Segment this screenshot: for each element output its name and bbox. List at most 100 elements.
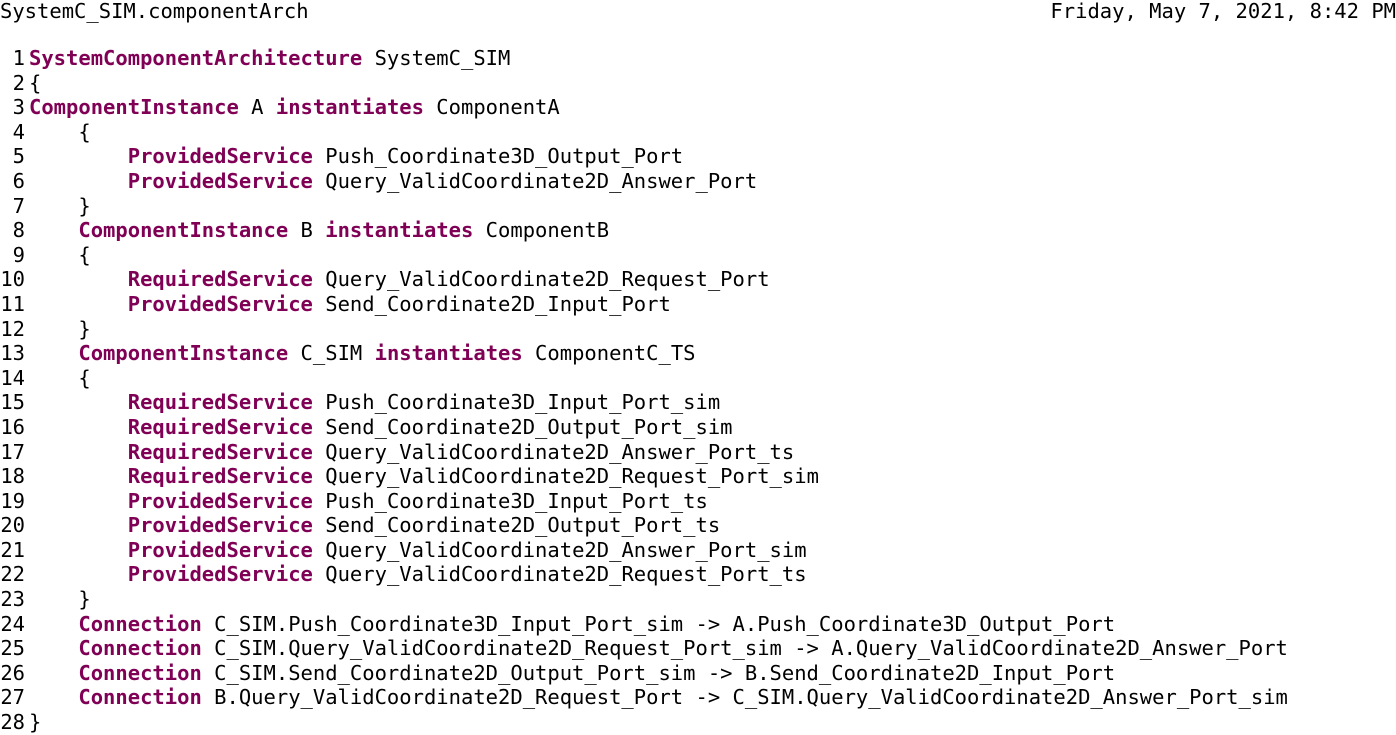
- line-number: 2: [12, 70, 25, 95]
- code-line: 13 ComponentInstance C_SIM instantiates …: [0, 341, 1396, 366]
- keyword: ProvidedService: [127, 144, 313, 169]
- line-number: 3: [12, 95, 25, 120]
- code-text: Send_Coordinate2D_Output_Port_sim: [312, 414, 733, 439]
- keyword: Connection: [78, 636, 202, 661]
- code-line: 20 ProvidedService Send_Coordinate2D_Out…: [0, 513, 1396, 538]
- keyword: ProvidedService: [127, 537, 313, 562]
- code-line: 17 RequiredService Query_ValidCoordinate…: [0, 440, 1396, 465]
- code-text: Query_ValidCoordinate2D_Answer_Port_sim: [312, 537, 807, 562]
- code-text: {: [29, 70, 42, 95]
- keyword: RequiredService: [127, 267, 313, 292]
- code-text: Push_Coordinate3D_Input_Port_sim: [312, 390, 721, 415]
- line-number: 23: [0, 587, 25, 612]
- code-text: }: [29, 587, 91, 612]
- code-text: Push_Coordinate3D_Input_Port_ts: [312, 488, 708, 513]
- line-number: 7: [12, 193, 25, 218]
- line-number: 11: [0, 291, 25, 316]
- code-line: 3 ComponentInstance A instantiates Compon…: [0, 95, 1396, 120]
- line-number: 15: [0, 390, 25, 415]
- page-header: SystemC_SIM.componentArch Friday, May 7,…: [0, 0, 1396, 22]
- code-line: 24 Connection C_SIM.Push_Coordinate3D_In…: [0, 612, 1396, 637]
- keyword: instantiates: [325, 218, 474, 243]
- line-number: 5: [12, 144, 25, 169]
- code-line: 6 ProvidedService Query_ValidCoordinate2…: [0, 169, 1396, 194]
- code-text: }: [29, 193, 91, 218]
- keyword: ComponentInstance: [78, 341, 289, 366]
- code-text: Send_Coordinate2D_Output_Port_ts: [312, 513, 721, 538]
- code-text: Query_ValidCoordinate2D_Request_Port_sim: [312, 464, 819, 489]
- code-text: C_SIM.Query_ValidCoordinate2D_Request_Po…: [201, 636, 1288, 661]
- code-line: 15 RequiredService Push_Coordinate3D_Inp…: [0, 390, 1396, 415]
- line-number: 4: [12, 119, 25, 144]
- code-line: 5 ProvidedService Push_Coordinate3D_Outp…: [0, 144, 1396, 169]
- keyword: ComponentInstance: [29, 95, 239, 120]
- line-number: 13: [0, 341, 25, 366]
- line-number: 9: [12, 242, 25, 267]
- code-text: Query_ValidCoordinate2D_Request_Port_ts: [312, 562, 807, 587]
- code-line: 16 RequiredService Send_Coordinate2D_Out…: [0, 415, 1396, 440]
- code-line: 1 SystemComponentArchitecture SystemC_SIM: [0, 46, 1396, 71]
- code-line: 8 ComponentInstance B instantiates Compo…: [0, 218, 1396, 243]
- code-line: 22 ProvidedService Query_ValidCoordinate…: [0, 562, 1396, 587]
- code-line: 21 ProvidedService Query_ValidCoordinate…: [0, 538, 1396, 563]
- code-text: A: [238, 95, 276, 120]
- keyword: RequiredService: [127, 414, 313, 439]
- code-line: 27 Connection B.Query_ValidCoordinate2D_…: [0, 685, 1396, 710]
- keyword: instantiates: [275, 95, 424, 120]
- keyword: Connection: [78, 611, 202, 636]
- line-number: 21: [0, 537, 25, 562]
- line-number: 17: [0, 439, 25, 464]
- code-line: 26 Connection C_SIM.Send_Coordinate2D_Ou…: [0, 661, 1396, 686]
- line-number: 26: [0, 660, 25, 685]
- line-number: 20: [0, 513, 25, 538]
- code-text: C_SIM.Send_Coordinate2D_Output_Port_sim …: [201, 660, 1116, 685]
- code-line: 2{: [0, 71, 1396, 96]
- keyword: ProvidedService: [127, 291, 313, 316]
- keyword: Connection: [78, 660, 202, 685]
- keyword: RequiredService: [127, 390, 313, 415]
- code-text: B: [288, 218, 326, 243]
- code-text: Send_Coordinate2D_Input_Port: [312, 291, 671, 316]
- line-number: 22: [0, 562, 25, 587]
- line-number: 24: [0, 611, 25, 636]
- keyword: Connection: [78, 685, 202, 710]
- code-line: 14 {: [0, 366, 1396, 391]
- code-line: 12 }: [0, 317, 1396, 342]
- keyword: RequiredService: [127, 439, 313, 464]
- code-line: 28}: [0, 710, 1396, 735]
- keyword: ProvidedService: [127, 488, 313, 513]
- line-number: 14: [0, 365, 25, 390]
- line-number: 12: [0, 316, 25, 341]
- keyword: ProvidedService: [127, 513, 313, 538]
- code-text: C_SIM.Push_Coordinate3D_Input_Port_sim -…: [201, 611, 1116, 636]
- code-text: Query_ValidCoordinate2D_Request_Port: [312, 267, 770, 292]
- code-text: {: [29, 242, 91, 267]
- code-text: {: [29, 365, 91, 390]
- keyword: ComponentInstance: [78, 218, 289, 243]
- code-line: 4 {: [0, 120, 1396, 145]
- code-line: 18 RequiredService Query_ValidCoordinate…: [0, 464, 1396, 489]
- code-text: Query_ValidCoordinate2D_Answer_Port: [312, 168, 758, 193]
- code-text: ComponentB: [473, 218, 610, 243]
- line-number: 1: [12, 46, 25, 70]
- code-line: 9 {: [0, 243, 1396, 268]
- code-line: 25 Connection C_SIM.Query_ValidCoordinat…: [0, 636, 1396, 661]
- keyword: RequiredService: [127, 464, 313, 489]
- code-text: ComponentC_TS: [522, 341, 696, 366]
- line-number: 8: [12, 218, 25, 243]
